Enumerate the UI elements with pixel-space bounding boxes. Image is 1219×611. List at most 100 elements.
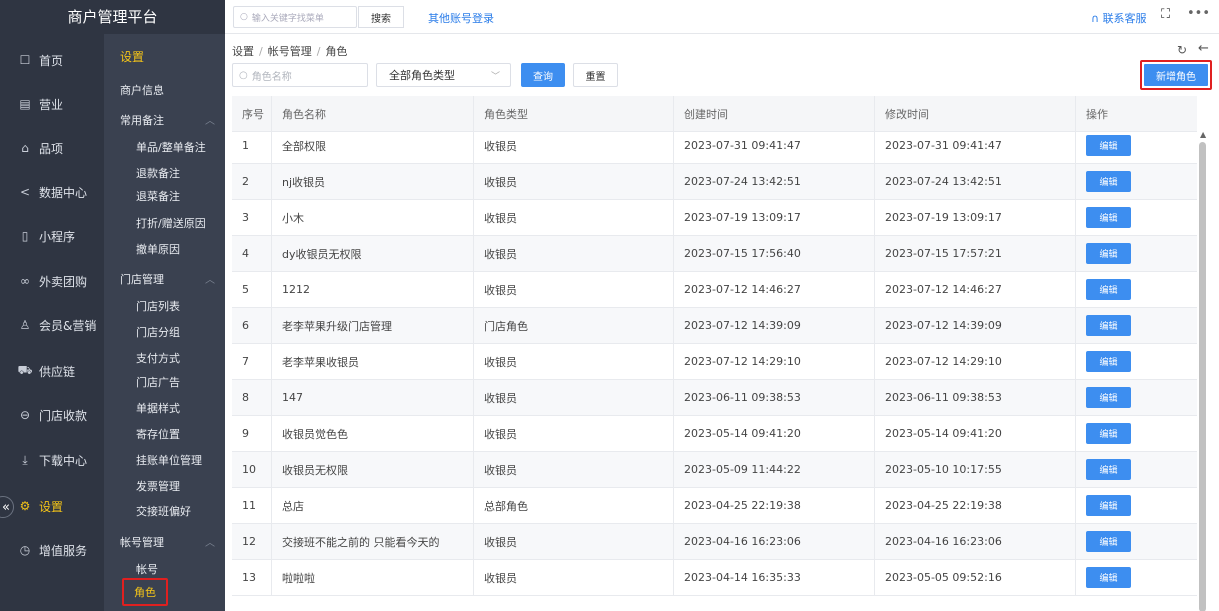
cell-index: 12: [232, 524, 272, 559]
column-header-modified-time: 修改时间: [875, 96, 1076, 131]
nav-item-1[interactable]: ▤ 营业: [0, 82, 104, 126]
sub-item[interactable]: 撤单原因: [136, 241, 180, 257]
home-icon: ☐: [19, 53, 31, 67]
cell-actions: 编辑: [1076, 560, 1197, 595]
sub-item-account[interactable]: 帐号: [136, 561, 158, 577]
refresh-icon[interactable]: ↻: [1177, 43, 1187, 57]
column-header-role-name: 角色名称: [272, 96, 474, 131]
sub-item[interactable]: 单据样式: [136, 400, 180, 416]
nav-item-label: 品项: [39, 141, 64, 156]
edit-button[interactable]: 编辑: [1086, 351, 1131, 372]
nav-item-label: 首页: [39, 53, 64, 68]
nav-item-2[interactable]: ⌂ 品项: [0, 126, 104, 170]
sub-item[interactable]: 退款备注: [136, 165, 180, 181]
cell-index: 1: [232, 128, 272, 163]
sub-item[interactable]: 挂账单位管理: [136, 452, 202, 468]
edit-button[interactable]: 编辑: [1086, 387, 1131, 408]
edit-button[interactable]: 编辑: [1086, 279, 1131, 300]
sub-group-label: 常用备注: [120, 114, 164, 127]
sub-item[interactable]: 寄存位置: [136, 426, 180, 442]
nav-item-11[interactable]: ◷ 增值服务: [0, 528, 104, 572]
nav-item-6[interactable]: ♙ 会员&营销: [0, 303, 104, 347]
nav-item-4[interactable]: ▯ 小程序: [0, 214, 104, 258]
table-row: 6 老李苹果升级门店管理 门店角色 2023-07-12 14:39:09 2023-0…: [232, 308, 1197, 344]
sub-item[interactable]: 发票管理: [136, 478, 180, 494]
cell-role-name: 老李苹果升级门店管理: [272, 308, 474, 343]
breadcrumb-item[interactable]: 设置: [232, 45, 254, 58]
edit-button[interactable]: 编辑: [1086, 243, 1131, 264]
add-role-button[interactable]: 新增角色: [1140, 60, 1212, 90]
breadcrumb-separator: /: [259, 45, 263, 58]
edit-button[interactable]: 编辑: [1086, 207, 1131, 228]
edit-button[interactable]: 编辑: [1086, 315, 1131, 336]
reset-button[interactable]: 重置: [573, 63, 618, 87]
phone-icon: ▯: [21, 229, 29, 243]
sub-item-role[interactable]: 角色: [122, 578, 168, 606]
nav-item-0[interactable]: ☐ 首页: [0, 38, 104, 82]
cell-actions: 编辑: [1076, 308, 1197, 343]
edit-button[interactable]: 编辑: [1086, 459, 1131, 480]
sub-item[interactable]: 门店广告: [136, 374, 180, 390]
nav-item-9[interactable]: ⤓ 下载中心: [0, 438, 104, 482]
sub-group-store-management[interactable]: 门店管理 ︿: [120, 271, 215, 287]
sub-group-common-notes[interactable]: 常用备注 ︿: [120, 112, 215, 128]
edit-button[interactable]: 编辑: [1086, 135, 1131, 156]
cell-index: 4: [232, 236, 272, 271]
cell-created-time: 2023-07-12 14:29:10: [674, 344, 875, 379]
sub-item[interactable]: 单品/整单备注: [136, 139, 206, 155]
nav-item-10[interactable]: ⚙ 设置: [0, 484, 104, 528]
sub-item-merchant-info[interactable]: 商户信息: [120, 82, 164, 98]
table-row: 7 老李苹果收银员 收银员 2023-07-12 14:29:10 2023-07-12…: [232, 344, 1197, 380]
edit-button[interactable]: 编辑: [1086, 171, 1131, 192]
search-icon: ○: [239, 69, 248, 81]
edit-button[interactable]: 编辑: [1086, 531, 1131, 552]
nav-item-3[interactable]: < 数据中心: [0, 170, 104, 214]
sub-item[interactable]: 支付方式: [136, 350, 180, 366]
sub-item[interactable]: 打折/赠送原因: [136, 215, 206, 231]
breadcrumb-item[interactable]: 帐号管理: [268, 45, 312, 58]
edit-button[interactable]: 编辑: [1086, 495, 1131, 516]
other-account-login-link[interactable]: 其他账号登录: [428, 10, 494, 26]
cell-actions: 编辑: [1076, 452, 1197, 487]
role-name-input[interactable]: ○ 角色名称: [232, 63, 368, 87]
sub-item[interactable]: 门店列表: [136, 298, 180, 314]
nav-item-8[interactable]: ⊖ 门店收款: [0, 393, 104, 437]
sub-group-label: 门店管理: [120, 273, 164, 286]
download-icon: ⤓: [22, 452, 28, 467]
role-type-select[interactable]: 全部角色类型 ﹀: [376, 63, 511, 87]
back-arrow-icon[interactable]: ←: [1198, 41, 1209, 56]
cell-role-type: 总部角色: [474, 488, 674, 523]
cell-modified-time: 2023-05-10 10:17:55: [875, 452, 1076, 487]
cell-index: 3: [232, 200, 272, 235]
sub-group-account-management[interactable]: 帐号管理 ︿: [120, 534, 215, 550]
sub-item[interactable]: 交接班偏好: [136, 503, 191, 519]
cell-actions: 编辑: [1076, 272, 1197, 307]
edit-button[interactable]: 编辑: [1086, 567, 1131, 588]
sub-nav-title: 设置: [120, 50, 145, 64]
table-scrollbar[interactable]: ▲: [1197, 128, 1211, 611]
cell-modified-time: 2023-07-31 09:41:47: [875, 128, 1076, 163]
scroll-up-icon[interactable]: ▲: [1200, 130, 1206, 139]
sub-item[interactable]: 门店分组: [136, 324, 180, 340]
cell-created-time: 2023-07-19 13:09:17: [674, 200, 875, 235]
contact-support-link[interactable]: ∩ 联系客服: [1091, 10, 1147, 26]
fullscreen-icon[interactable]: ⛶: [1161, 7, 1170, 22]
scrollbar-thumb[interactable]: [1199, 142, 1206, 611]
nav-item-5[interactable]: ∞ 外卖团购: [0, 259, 104, 303]
edit-button[interactable]: 编辑: [1086, 423, 1131, 444]
menu-search-button[interactable]: 搜索: [358, 6, 404, 28]
sub-item[interactable]: 退菜备注: [136, 188, 180, 204]
nav-item-label: 会员&营销: [39, 318, 97, 333]
more-icon[interactable]: •••: [1187, 6, 1210, 21]
cell-role-name: 147: [272, 380, 474, 415]
query-button[interactable]: 查询: [521, 63, 565, 87]
nav-item-label: 营业: [39, 97, 64, 112]
menu-search-input[interactable]: ○ 输入关键字找菜单: [233, 6, 357, 28]
nav-item-label: 设置: [39, 499, 64, 514]
cell-index: 7: [232, 344, 272, 379]
nav-item-7[interactable]: ⛟ 供应链: [0, 349, 104, 393]
table-row: 13 啦啦啦 收银员 2023-04-14 16:35:33 2023-05-05 09…: [232, 560, 1197, 596]
cell-role-name: 交接班不能之前的 只能看今天的: [272, 524, 474, 559]
cell-role-type: 收银员: [474, 236, 674, 271]
nav-item-label: 外卖团购: [39, 274, 88, 289]
